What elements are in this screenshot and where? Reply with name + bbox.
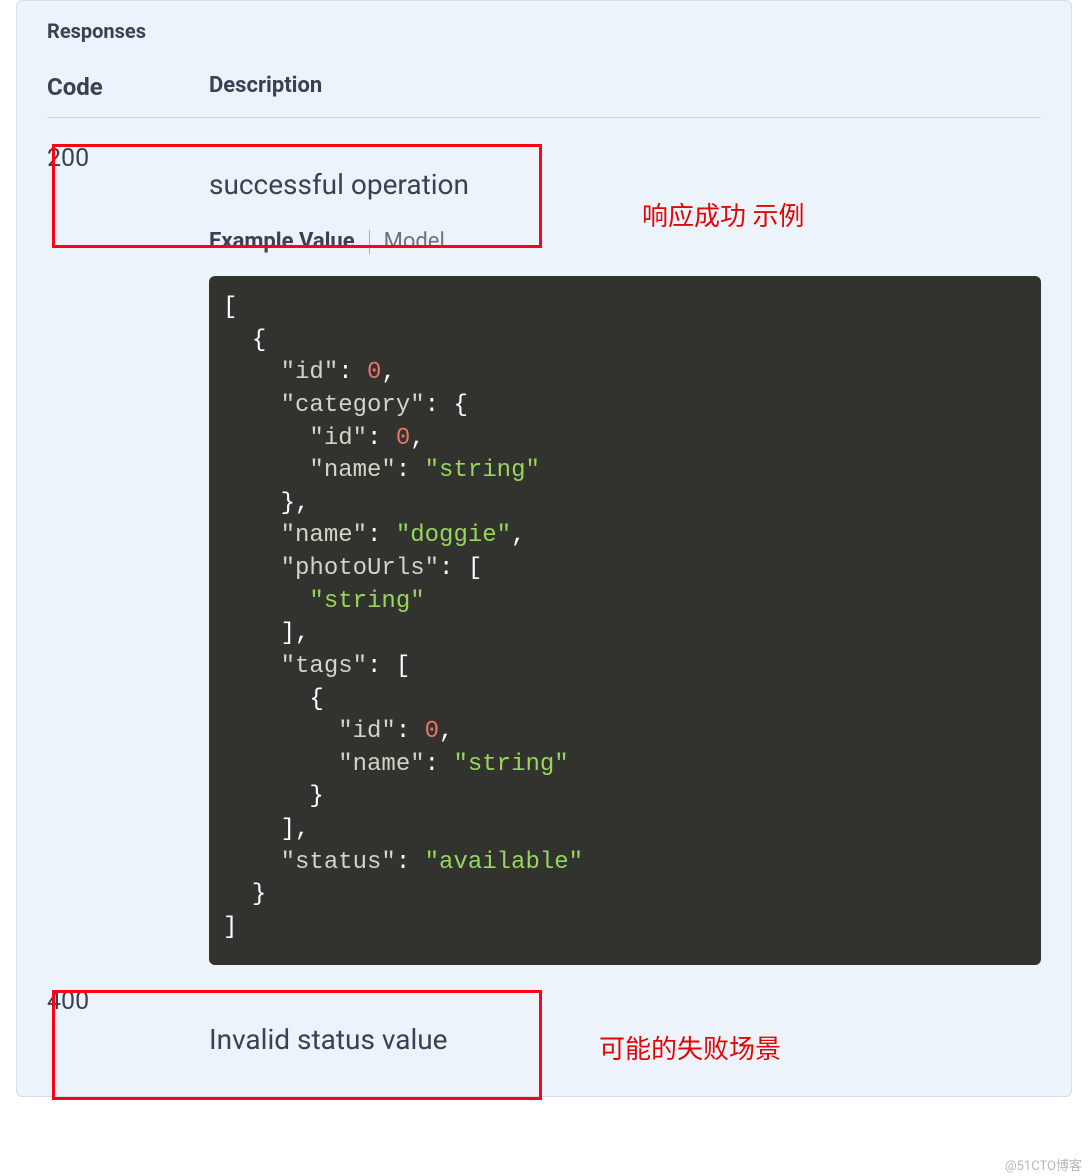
annotation-text-success: 响应成功 示例 bbox=[642, 196, 804, 233]
responses-title: Responses bbox=[47, 19, 1041, 43]
tab-divider bbox=[369, 230, 370, 254]
column-header-description: Description bbox=[209, 73, 322, 101]
response-code-200: 200 bbox=[47, 142, 209, 173]
responses-table-head: Code Description bbox=[47, 73, 1041, 118]
response-row-200: 200 successful operation Example Value M… bbox=[47, 118, 1041, 965]
column-header-code: Code bbox=[47, 73, 209, 101]
example-json-block: [ { "id": 0, "category": { "id": 0, "nam… bbox=[209, 276, 1041, 965]
tab-model[interactable]: Model bbox=[384, 229, 445, 254]
responses-panel: Responses Code Description 200 successfu… bbox=[16, 0, 1072, 1097]
response-code-400: 400 bbox=[47, 985, 209, 1016]
response-row-400: 400 Invalid status value bbox=[47, 965, 1041, 1056]
tab-example-value[interactable]: Example Value bbox=[209, 229, 355, 254]
response-desc-col-200: successful operation Example Value Model… bbox=[209, 142, 1041, 965]
example-tabs: Example Value Model bbox=[209, 229, 1041, 254]
annotation-text-failure: 可能的失败场景 bbox=[599, 1029, 781, 1066]
response-description-200: successful operation bbox=[209, 168, 1041, 201]
watermark: @51CTO博客 bbox=[1005, 1155, 1082, 1174]
